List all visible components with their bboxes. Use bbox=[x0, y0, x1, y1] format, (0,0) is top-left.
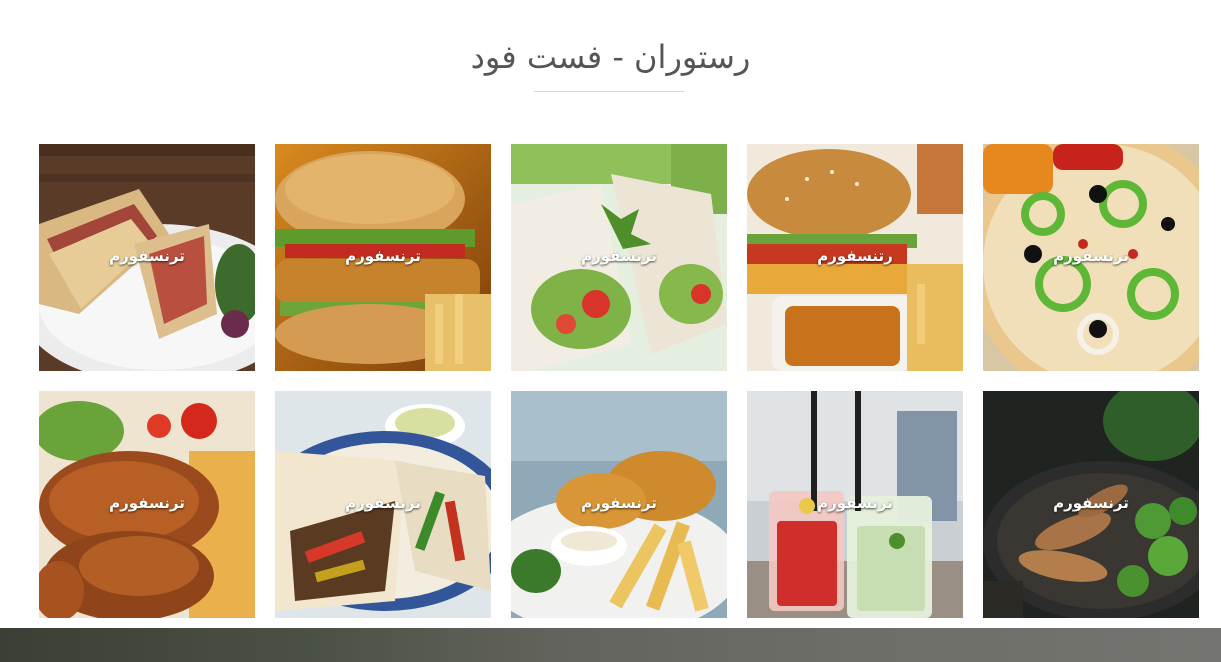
gallery-item-cocktail-drinks[interactable]: ترنسفورم bbox=[747, 391, 963, 618]
food-gallery: ترنسفورم ترنسفورم ترنسفورم رتنسفورم ترنس… bbox=[39, 144, 1199, 618]
gallery-item-label: ترنسفورم bbox=[817, 494, 893, 512]
gallery-item-label: ترنسفورم bbox=[581, 247, 657, 265]
gallery-item-burger-fries[interactable]: رتنسفورم bbox=[747, 144, 963, 371]
gallery-item-chicken-broccoli-pan[interactable]: ترنسفورم bbox=[983, 391, 1199, 618]
gallery-item-label: ترنسفورم bbox=[1053, 494, 1129, 512]
gallery-item-label: رتنسفورم bbox=[817, 247, 893, 265]
footer-background-banner bbox=[0, 628, 1221, 662]
gallery-item-panini-sandwich[interactable]: ترنسفورم bbox=[39, 144, 255, 371]
gallery-item-label: ترنسفورم bbox=[345, 247, 421, 265]
gallery-item-label: ترنسفورم bbox=[345, 494, 421, 512]
title-underline bbox=[534, 91, 684, 92]
gallery-item-label: ترنسفورم bbox=[109, 247, 185, 265]
gallery-item-label: ترنسفورم bbox=[1053, 247, 1129, 265]
section-title: رستوران - فست فود bbox=[470, 38, 751, 76]
gallery-item-roast-chicken[interactable]: ترنسفورم bbox=[39, 391, 255, 618]
gallery-item-label: ترنسفورم bbox=[581, 494, 657, 512]
gallery-item-wrap-rolls[interactable]: ترنسفورم bbox=[511, 144, 727, 371]
gallery-item-fried-chicken-fries[interactable]: ترنسفورم bbox=[511, 391, 727, 618]
gallery-item-chicken-burger[interactable]: ترنسفورم bbox=[275, 144, 491, 371]
gallery-item-label: ترنسفورم bbox=[109, 494, 185, 512]
gallery-item-fajita-wrap[interactable]: ترنسفورم bbox=[275, 391, 491, 618]
gallery-item-pizza[interactable]: ترنسفورم bbox=[983, 144, 1199, 371]
